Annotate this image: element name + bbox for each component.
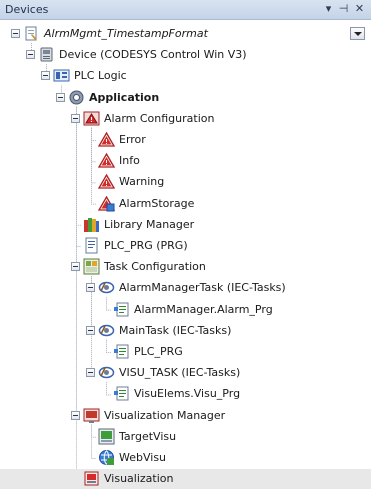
tree-item-plc-prg[interactable]: PLC_PRG (PRG) bbox=[0, 236, 371, 256]
tree-item-label: PLC Logic bbox=[74, 69, 127, 83]
tree-item-label: Visualization Manager bbox=[104, 408, 226, 422]
task-icon bbox=[98, 279, 115, 296]
tree-item-label: VisuElems.Visu_Prg bbox=[134, 387, 241, 401]
task-icon bbox=[98, 364, 115, 381]
visualization-icon bbox=[83, 470, 100, 487]
tree-item-label: Library Manager bbox=[104, 217, 195, 231]
web-visu-icon bbox=[98, 449, 115, 466]
tree-item-label: AlarmStorage bbox=[119, 196, 195, 210]
collapse-toggle-icon[interactable] bbox=[71, 113, 80, 123]
tree-item-error[interactable]: Error bbox=[0, 130, 371, 150]
tree-item-library-manager[interactable]: Library Manager bbox=[0, 215, 371, 235]
tree-item-device[interactable]: Device (CODESYS Control Win V3) bbox=[0, 45, 371, 65]
alarm-class-icon bbox=[97, 173, 116, 190]
collapse-toggle-icon[interactable] bbox=[86, 283, 95, 293]
tree-item-label: Info bbox=[119, 154, 140, 168]
tree-item-label: Warning bbox=[119, 175, 165, 189]
tree-item-label: AlarmManagerTask (IEC-Tasks) bbox=[119, 281, 286, 295]
tree-item-application[interactable]: Application bbox=[0, 88, 371, 108]
collapse-toggle-icon[interactable] bbox=[56, 92, 65, 102]
alarm-class-icon bbox=[97, 131, 116, 148]
pin-icon[interactable]: ⊣ bbox=[337, 2, 350, 16]
tree-item-label: Alarm Configuration bbox=[104, 111, 215, 125]
tree-item-label: Visualization bbox=[104, 472, 174, 486]
collapse-toggle-icon[interactable] bbox=[86, 368, 95, 378]
panel-titlebar: Devices ▾ ⊣ ✕ bbox=[0, 0, 371, 20]
tree-item-root[interactable]: AlrmMgmt_TimestampFormat bbox=[0, 24, 371, 44]
collapse-toggle-icon[interactable] bbox=[11, 29, 20, 38]
task-configuration-icon bbox=[83, 258, 100, 275]
collapse-toggle-icon[interactable] bbox=[26, 50, 35, 60]
devices-panel: Devices ▾ ⊣ ✕ AlrmMgmt_TimestampFormat De… bbox=[0, 0, 371, 503]
tree-item-plc-logic[interactable]: PLC Logic bbox=[0, 66, 371, 86]
tree-item-label: Application bbox=[89, 90, 160, 104]
tree-item-alarm-storage[interactable]: AlarmStorage bbox=[0, 194, 371, 214]
target-visu-icon bbox=[98, 428, 115, 445]
collapse-toggle-icon[interactable] bbox=[86, 325, 95, 335]
device-tree: AlrmMgmt_TimestampFormat Device (CODESYS … bbox=[0, 20, 371, 503]
collapse-toggle-icon[interactable] bbox=[71, 410, 80, 420]
tree-item-label: MainTask (IEC-Tasks) bbox=[119, 323, 232, 337]
tree-item-label: Task Configuration bbox=[104, 260, 206, 274]
library-books-icon bbox=[83, 216, 100, 233]
device-icon bbox=[38, 46, 55, 63]
plc-logic-icon bbox=[53, 67, 70, 84]
tree-item-main-task[interactable]: MainTask (IEC-Tasks) bbox=[0, 321, 371, 341]
tree-item-visualization[interactable]: Visualization bbox=[0, 469, 371, 490]
tree-item-label: AlrmMgmt_TimestampFormat bbox=[44, 27, 208, 40]
tree-item-visu-elems[interactable]: VisuElems.Visu_Prg bbox=[0, 384, 371, 404]
tree-item-label: WebVisu bbox=[119, 451, 167, 464]
collapse-toggle-icon[interactable] bbox=[41, 71, 50, 81]
program-call-icon bbox=[113, 301, 130, 318]
task-icon bbox=[98, 322, 115, 339]
collapse-toggle-icon[interactable] bbox=[71, 262, 80, 272]
alarm-configuration-icon bbox=[83, 110, 100, 127]
tree-item-target-visu[interactable]: TargetVisu bbox=[0, 427, 371, 447]
tree-item-label: PLC_PRG bbox=[134, 345, 183, 358]
program-call-icon bbox=[113, 343, 130, 360]
tree-item-alarm-config[interactable]: Alarm Configuration bbox=[0, 109, 371, 129]
close-icon[interactable]: ✕ bbox=[353, 2, 366, 16]
tree-item-label: Device (CODESYS Control Win V3) bbox=[59, 48, 247, 62]
tree-item-visu-task[interactable]: VISU_TASK (IEC-Tasks) bbox=[0, 363, 371, 383]
tree-item-visu-manager[interactable]: Visualization Manager bbox=[0, 406, 371, 426]
tree-item-alarm-manager-task[interactable]: AlarmManagerTask (IEC-Tasks) bbox=[0, 278, 371, 298]
tree-item-main-plc-prg[interactable]: PLC_PRG bbox=[0, 342, 371, 362]
alarm-class-icon bbox=[97, 152, 116, 169]
tree-item-web-visu[interactable]: WebVisu bbox=[0, 448, 371, 468]
tree-item-label: TargetVisu bbox=[119, 429, 177, 443]
tree-item-task-config[interactable]: Task Configuration bbox=[0, 257, 371, 277]
alarm-storage-icon bbox=[97, 195, 116, 212]
program-call-icon bbox=[113, 385, 130, 402]
window-position-dropdown-icon[interactable]: ▾ bbox=[322, 2, 335, 16]
program-icon bbox=[83, 237, 100, 254]
tree-item-warning[interactable]: Warning bbox=[0, 172, 371, 192]
application-gear-icon bbox=[68, 89, 85, 106]
tree-item-info[interactable]: Info bbox=[0, 151, 371, 171]
tree-item-label: AlarmManager.Alarm_Prg bbox=[134, 302, 273, 316]
tree-item-alarm-manager-prg[interactable]: AlarmManager.Alarm_Prg bbox=[0, 300, 371, 320]
panel-title: Devices bbox=[5, 3, 49, 16]
project-icon bbox=[23, 25, 40, 42]
tree-item-label: VISU_TASK (IEC-Tasks) bbox=[119, 366, 241, 380]
visualization-manager-icon bbox=[83, 407, 100, 424]
tree-item-label: Error bbox=[119, 133, 146, 146]
tree-item-label: PLC_PRG (PRG) bbox=[104, 239, 188, 252]
